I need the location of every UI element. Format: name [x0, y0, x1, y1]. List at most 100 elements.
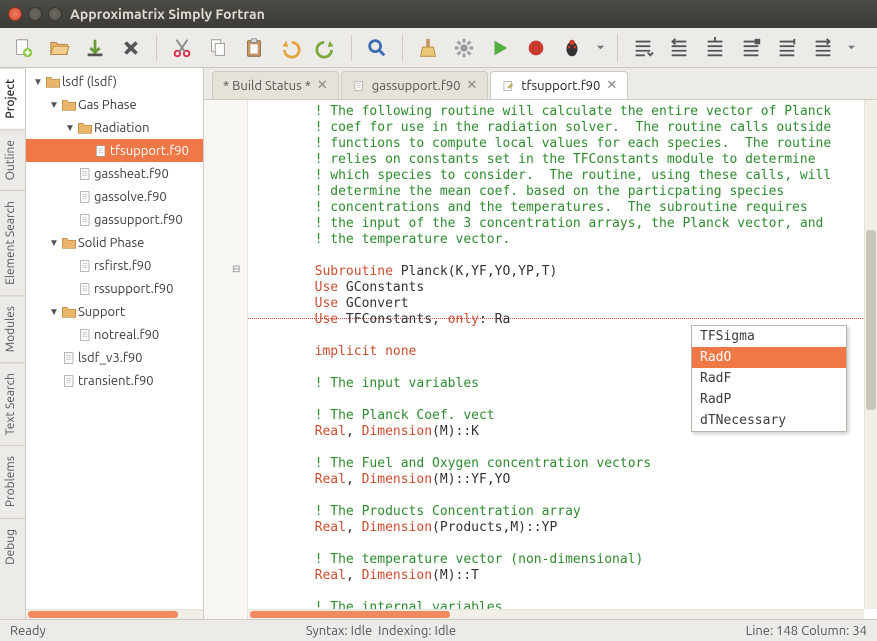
side-tab-text-search[interactable]: Text Search [0, 362, 25, 445]
redo-button[interactable] [311, 33, 341, 63]
file-icon [76, 258, 94, 274]
format-button-3[interactable] [700, 33, 730, 63]
close-tab-icon[interactable]: ✕ [317, 78, 328, 93]
paste-button[interactable] [239, 33, 269, 63]
run-button[interactable] [485, 33, 515, 63]
format-button-2[interactable] [664, 33, 694, 63]
status-cursor-position: Line: 148 Column: 34 [746, 624, 867, 638]
close-tab-icon[interactable]: ✕ [466, 78, 477, 93]
side-tab-modules[interactable]: Modules [0, 295, 25, 362]
side-tab-project[interactable]: Project [0, 68, 25, 129]
tree-file-lsdf-v3-f90[interactable]: lsdf_v3.f90 [26, 346, 203, 369]
tab-label: gassupport.f90 [372, 79, 461, 93]
tree-item-label: gassheat.f90 [94, 167, 169, 181]
file-icon [76, 212, 94, 228]
copy-button[interactable] [203, 33, 233, 63]
file-icon [76, 166, 94, 182]
tree-file-gassupport-f90[interactable]: gassupport.f90 [26, 208, 203, 231]
editor-tab--build-status-[interactable]: * Build Status * ✕ [212, 71, 339, 99]
fold-handle-icon[interactable]: ⊟ [232, 263, 240, 275]
tree-item-label: rsfirst.f90 [94, 259, 151, 273]
file-icon [92, 143, 110, 159]
tree-item-label: Support [78, 305, 125, 319]
tree-folder-support[interactable]: ▼ Support [26, 300, 203, 323]
tree-item-label: lsdf (lsdf) [62, 75, 117, 89]
tree-file-notreal-f90[interactable]: notreal.f90 [26, 323, 203, 346]
folder-icon [60, 235, 78, 251]
tab-label: tfsupport.f90 [521, 79, 600, 93]
close-tab-icon[interactable]: ✕ [606, 78, 617, 93]
tree-item-label: rssupport.f90 [94, 282, 173, 296]
window-close-button[interactable] [8, 7, 22, 21]
undo-button[interactable] [275, 33, 305, 63]
format-button-6[interactable] [808, 33, 838, 63]
status-syntax: Syntax: Idle [306, 624, 372, 638]
code-editor[interactable]: ⊟ ! The following routine will calculate… [204, 100, 877, 619]
status-indexing: Indexing: Idle [378, 624, 456, 638]
autocomplete-item[interactable]: RadP [692, 389, 846, 410]
autocomplete-item[interactable]: RadF [692, 368, 846, 389]
side-tab-outline[interactable]: Outline [0, 129, 25, 190]
debug-button[interactable] [557, 33, 587, 63]
tree-item-label: lsdf_v3.f90 [78, 351, 142, 365]
autocomplete-item[interactable]: dTNecessary [692, 410, 846, 431]
tree-item-label: Radiation [94, 121, 150, 135]
editor-tab-gassupport-f90[interactable]: gassupport.f90 ✕ [341, 71, 489, 99]
autocomplete-popup[interactable]: TFSigmaRadORadFRadPdTNecessary [691, 325, 847, 432]
tree-file-gassheat-f90[interactable]: gassheat.f90 [26, 162, 203, 185]
tree-horizontal-scrollbar[interactable] [26, 609, 203, 619]
main-toolbar [0, 28, 877, 68]
editor-horizontal-scrollbar[interactable] [248, 609, 864, 619]
folder-icon [60, 97, 78, 113]
tree-folder-solid-phase[interactable]: ▼ Solid Phase [26, 231, 203, 254]
window-maximize-button[interactable] [48, 7, 62, 21]
tree-item-label: tfsupport.f90 [110, 144, 189, 158]
folder-icon [60, 304, 78, 320]
tree-file-rsfirst-f90[interactable]: rsfirst.f90 [26, 254, 203, 277]
build-button[interactable] [449, 33, 479, 63]
editor-gutter: ⊟ [204, 100, 248, 619]
side-tab-element-search[interactable]: Element Search [0, 190, 25, 295]
new-file-button[interactable] [8, 33, 38, 63]
format-button-1[interactable] [628, 33, 658, 63]
tree-folder-radiation[interactable]: ▼ Radiation [26, 116, 203, 139]
autocomplete-item[interactable]: RadO [692, 347, 846, 368]
tree-folder-lsdf-lsdf-[interactable]: ▼ lsdf (lsdf) [26, 70, 203, 93]
format-button-4[interactable] [736, 33, 766, 63]
tree-item-label: gassolve.f90 [94, 190, 167, 204]
autocomplete-item[interactable]: TFSigma [692, 326, 846, 347]
tree-folder-gas-phase[interactable]: ▼ Gas Phase [26, 93, 203, 116]
editor-vertical-scrollbar[interactable] [864, 100, 877, 609]
file-icon [60, 373, 78, 389]
file-edit-icon [501, 78, 515, 93]
debug-dropdown-icon[interactable] [593, 33, 607, 63]
open-file-button[interactable] [44, 33, 74, 63]
tree-file-gassolve-f90[interactable]: gassolve.f90 [26, 185, 203, 208]
side-tab-problems[interactable]: Problems [0, 445, 25, 517]
save-button[interactable] [80, 33, 110, 63]
format-dropdown-icon[interactable] [844, 33, 858, 63]
tree-item-label: Gas Phase [78, 98, 137, 112]
tree-item-label: transient.f90 [78, 374, 154, 388]
clean-button[interactable] [413, 33, 443, 63]
delete-button[interactable] [116, 33, 146, 63]
cut-button[interactable] [167, 33, 197, 63]
file-icon [76, 327, 94, 343]
tree-file-transient-f90[interactable]: transient.f90 [26, 369, 203, 392]
tree-item-label: gassupport.f90 [94, 213, 183, 227]
record-button[interactable] [521, 33, 551, 63]
side-tab-debug[interactable]: Debug [0, 518, 25, 575]
tab-label: * Build Status * [223, 79, 311, 93]
tree-file-tfsupport-f90[interactable]: tfsupport.f90 [26, 139, 203, 162]
project-tree[interactable]: ▼ lsdf (lsdf)▼ Gas Phase▼ Radiation tfsu… [26, 68, 203, 609]
format-button-5[interactable] [772, 33, 802, 63]
file-icon [76, 281, 94, 297]
side-tab-strip: ProjectOutlineElement SearchModulesText … [0, 68, 26, 619]
titlebar: Approximatrix Simply Fortran [0, 0, 877, 28]
tree-item-label: Solid Phase [78, 236, 144, 250]
search-button[interactable] [362, 33, 392, 63]
window-minimize-button[interactable] [28, 7, 42, 21]
editor-tab-tfsupport-f90[interactable]: tfsupport.f90 ✕ [490, 71, 628, 99]
folder-icon [76, 120, 94, 136]
tree-file-rssupport-f90[interactable]: rssupport.f90 [26, 277, 203, 300]
